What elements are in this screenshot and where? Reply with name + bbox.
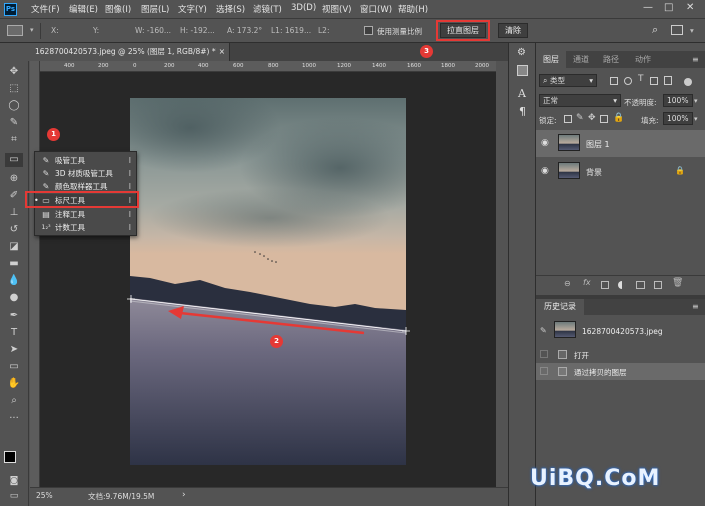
flyout-item-note[interactable]: ▤ 注释工具 I — [35, 208, 136, 221]
layer-name: 图层 1 — [586, 140, 610, 149]
filter-pixel-icon[interactable] — [610, 77, 618, 85]
eyedropper-icon: ✎ — [42, 156, 50, 165]
watermark-logo: UiBQ.CoM — [530, 466, 661, 491]
history-source-box[interactable] — [540, 367, 548, 375]
tab-actions[interactable]: 动作 — [630, 51, 656, 68]
lock-position-icon[interactable]: ✥ — [588, 113, 596, 123]
filter-type-icon[interactable]: T — [638, 74, 644, 84]
history-state-icon — [558, 367, 567, 376]
fill-chevron-icon[interactable]: ▾ — [694, 115, 698, 123]
chevron-down-icon: ▾ — [613, 96, 617, 105]
adjustment-layer-icon[interactable] — [618, 281, 626, 289]
flyout-shortcut: I — [128, 156, 131, 165]
blend-mode-select[interactable]: 正常 ▾ — [539, 94, 621, 107]
visibility-eye-icon[interactable]: ◉ — [541, 166, 549, 176]
flyout-item-label: 计数工具 — [55, 223, 85, 232]
layer-thumbnail — [558, 162, 580, 179]
zoom-level[interactable]: 25% — [36, 491, 53, 500]
flyout-item-label: 注释工具 — [55, 210, 85, 219]
layer-name: 背景 — [586, 168, 602, 177]
layer-style-icon[interactable]: fx — [583, 278, 591, 287]
snapshot-name: 1628700420573.jpeg — [582, 327, 663, 336]
opacity-input[interactable]: 100% — [663, 94, 693, 107]
3d-eyedropper-icon: ✎ — [42, 169, 50, 178]
step-badge-1: 1 — [47, 128, 60, 141]
tab-layers[interactable]: 图层 — [536, 51, 566, 68]
filter-toggle-icon[interactable] — [684, 78, 692, 86]
flyout-item-3d-eyedropper[interactable]: ✎ 3D 材质吸管工具 I — [35, 167, 136, 180]
blend-mode-value: 正常 — [543, 96, 558, 105]
ruler-measure-line — [130, 298, 407, 332]
layer-row-layer1[interactable]: ◉ 图层 1 — [536, 130, 705, 157]
layer-filter-kind-select[interactable]: ⌕ 类型 ▾ — [539, 74, 597, 87]
filter-adjustment-icon[interactable] — [624, 77, 632, 85]
history-state-layer-via-copy[interactable]: 通过拷贝的图层 — [536, 363, 705, 380]
fill-input[interactable]: 100% — [663, 112, 693, 125]
filter-shape-icon[interactable] — [650, 77, 658, 85]
tab-history[interactable]: 历史记录 — [536, 299, 584, 315]
collapsed-panels-column: ⚙ A ¶ — [508, 43, 536, 506]
ruler-start-crosshair — [127, 295, 135, 303]
delete-layer-icon[interactable]: 🗑 — [672, 278, 683, 288]
character-panel-icon[interactable]: A — [518, 87, 526, 100]
layers-footer: ⊖ fx 🗑 — [536, 275, 705, 293]
step-badge-2: 2 — [270, 335, 283, 348]
visibility-eye-icon[interactable]: ◉ — [541, 138, 549, 148]
lock-label: 锁定: — [539, 116, 557, 125]
history-menu-icon[interactable]: ≡ — [692, 302, 699, 311]
fill-label: 填充: — [641, 116, 659, 125]
flyout-item-label: 3D 材质吸管工具 — [55, 169, 113, 178]
history-brush-source-icon[interactable]: ✎ — [540, 326, 547, 335]
color-panel-icon[interactable] — [517, 65, 528, 76]
history-state-open[interactable]: 打开 — [536, 346, 705, 363]
history-state-icon — [558, 350, 567, 359]
layer-lock-icon: 🔒 — [675, 166, 685, 175]
lock-all-icon[interactable]: 🔒 — [613, 113, 624, 123]
history-state-label: 通过拷贝的图层 — [574, 368, 627, 377]
opacity-chevron-icon[interactable]: ▾ — [694, 97, 698, 105]
link-layers-icon[interactable]: ⊖ — [564, 279, 571, 288]
lock-artboard-icon[interactable] — [600, 115, 608, 123]
flyout-shortcut: I — [128, 169, 131, 178]
layer-thumbnail — [558, 134, 580, 151]
paragraph-panel-icon[interactable]: ¶ — [519, 105, 526, 118]
new-layer-icon[interactable] — [654, 281, 662, 289]
opacity-label: 不透明度: — [624, 98, 657, 107]
adjust-panel-icon[interactable]: ⚙ — [517, 47, 526, 58]
history-snapshot[interactable]: ✎ 1628700420573.jpeg — [536, 318, 705, 344]
panel-menu-icon[interactable]: ≡ — [692, 55, 699, 64]
red-arrow-head — [168, 306, 184, 319]
snapshot-thumbnail — [554, 321, 576, 338]
document-size: 文档:9.76M/19.5M — [88, 492, 155, 501]
ruler-end-crosshair — [402, 327, 410, 335]
history-state-label: 打开 — [574, 351, 589, 360]
status-arrow-icon[interactable]: › — [182, 490, 186, 500]
flyout-item-eyedropper[interactable]: ✎ 吸管工具 I — [35, 154, 136, 167]
filter-smart-object-icon[interactable] — [664, 76, 672, 85]
status-bar: 25% 文档:9.76M/19.5M › — [30, 487, 508, 506]
layer-row-background[interactable]: ◉ 背景 🔒 — [536, 158, 705, 185]
add-mask-icon[interactable] — [601, 281, 609, 289]
lock-transparent-icon[interactable] — [564, 115, 572, 123]
history-source-box[interactable] — [540, 350, 548, 358]
search-icon: ⌕ — [543, 76, 551, 85]
new-group-icon[interactable] — [636, 281, 645, 289]
note-icon: ▤ — [42, 210, 50, 219]
flyout-item-label: 吸管工具 — [55, 156, 85, 165]
chevron-down-icon: ▾ — [589, 76, 593, 85]
flyout-item-count[interactable]: 1₂³ 计数工具 I — [35, 221, 136, 234]
right-panel: 图层 通道 路径 动作 ≡ ⌕ 类型 ▾ T 正常 ▾ 不透明度: 100% ▾ 锁… — [536, 43, 705, 506]
lock-pixels-icon[interactable]: ✎ — [576, 113, 584, 123]
filter-kind-value: 类型 — [550, 76, 566, 85]
tab-channels[interactable]: 通道 — [568, 51, 594, 68]
tab-paths[interactable]: 路径 — [598, 51, 624, 68]
ruler-tool-highlight — [25, 191, 139, 208]
flyout-shortcut: I — [128, 223, 131, 232]
flyout-shortcut: I — [128, 210, 131, 219]
step-badge-3: 3 — [420, 45, 433, 58]
count-icon: 1₂³ — [41, 223, 51, 231]
